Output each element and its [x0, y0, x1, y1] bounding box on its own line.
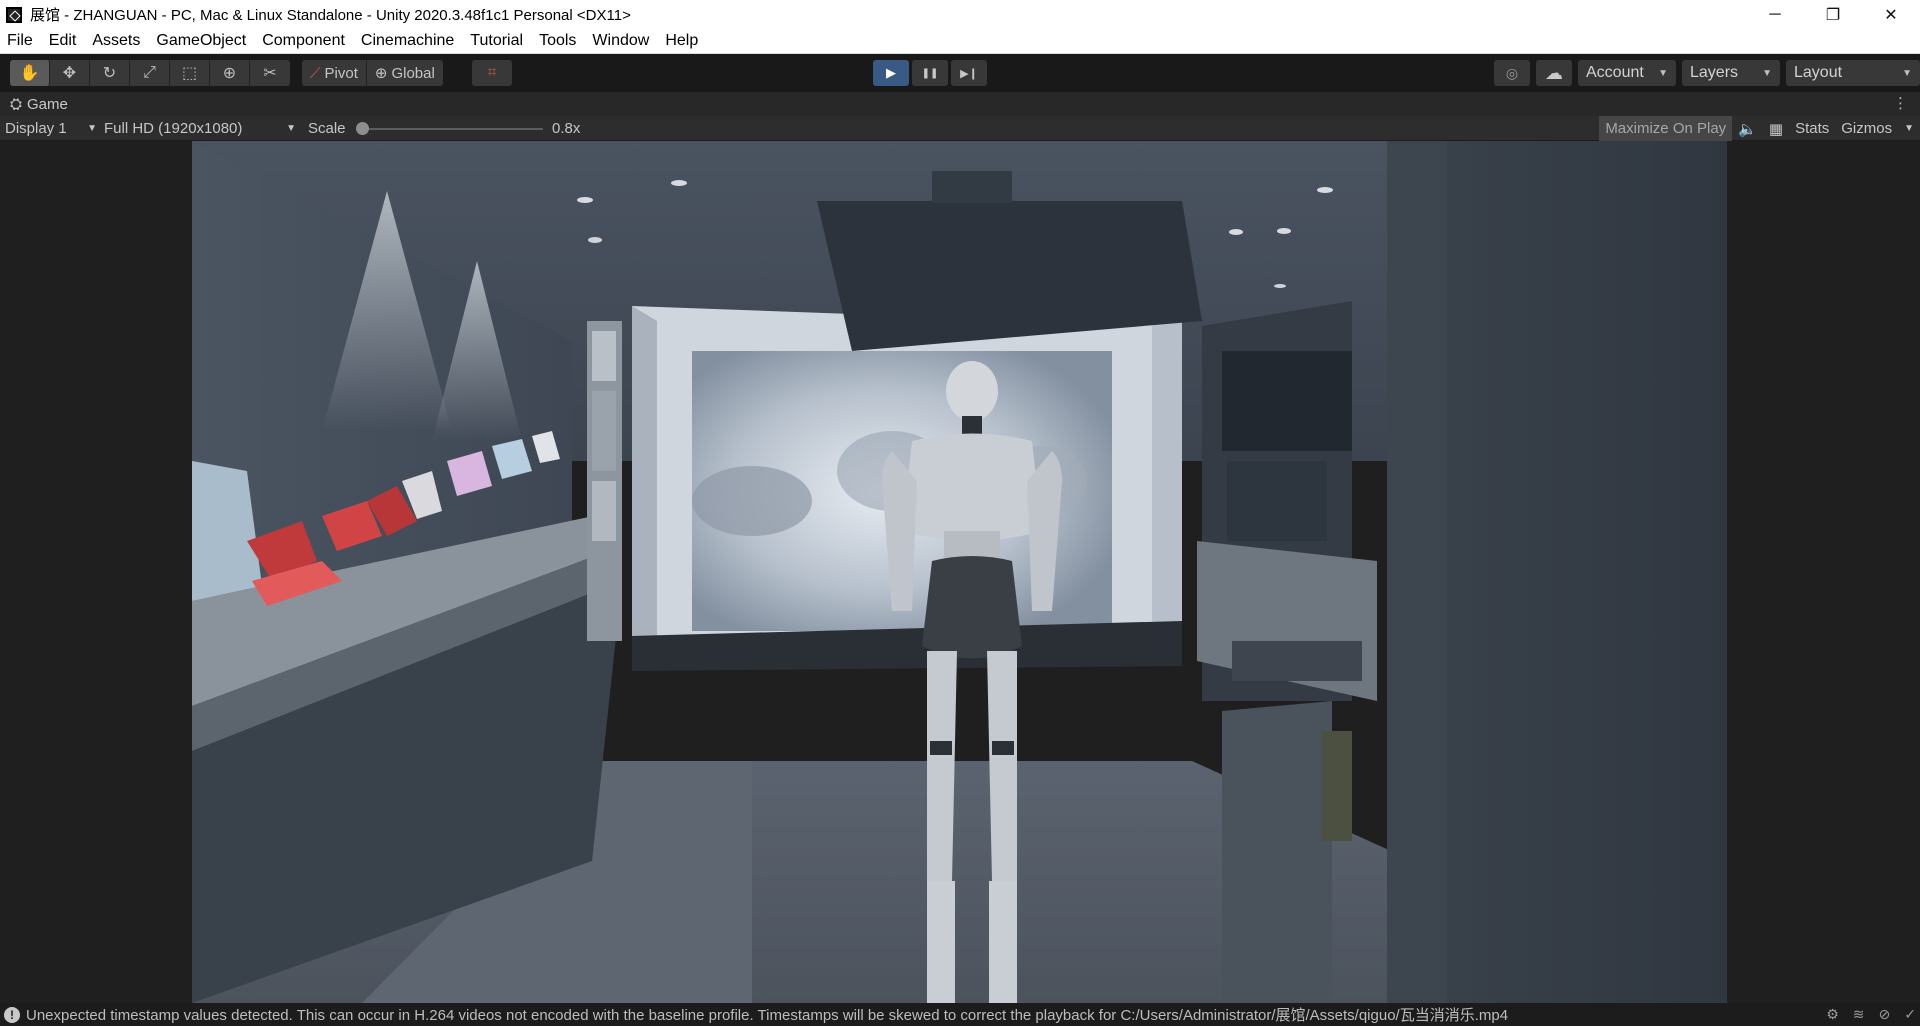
- chevron-down-icon: ▼: [1762, 67, 1772, 79]
- display-label: Display 1: [5, 120, 67, 137]
- chevron-down-icon: ▼: [286, 123, 296, 134]
- restore-button[interactable]: ❐: [1804, 0, 1862, 29]
- scale-slider-track[interactable]: [360, 128, 543, 130]
- window-title-bar: 展馆 - ZHANGUAN - PC, Mac & Linux Standalo…: [0, 0, 1920, 29]
- stats-toggle[interactable]: Stats: [1789, 116, 1835, 141]
- toolbar-right: ◎ ☁ Account ▼ Layers ▼ Layout ▼: [1494, 60, 1920, 86]
- sync-check-icon[interactable]: ✓: [1904, 1006, 1916, 1023]
- game-view-toolbar: Display 1 ▼ Full HD (1920x1080) ▼ Scale …: [0, 116, 1920, 141]
- pivot-icon: ⟋: [310, 64, 321, 82]
- gizmos-toggle[interactable]: Gizmos: [1835, 116, 1898, 141]
- rotate-tool-icon[interactable]: ↻: [90, 60, 130, 86]
- game-view[interactable]: [0, 141, 1920, 1003]
- step-button[interactable]: ▶❙: [951, 60, 987, 86]
- stats-grid-icon[interactable]: ▦: [1763, 116, 1789, 141]
- window-controls: ─ ❐ ✕: [1746, 0, 1920, 29]
- play-button[interactable]: ▶: [873, 60, 909, 86]
- chevron-down-icon[interactable]: ▼: [1898, 116, 1920, 141]
- mute-audio-icon[interactable]: 🔈: [1732, 116, 1763, 141]
- game-view-options: Maximize On Play 🔈 ▦ Stats Gizmos ▼: [1599, 116, 1920, 141]
- menu-window[interactable]: Window: [591, 32, 650, 50]
- game-render[interactable]: [192, 141, 1727, 1003]
- cloud-icon[interactable]: ☁: [1536, 60, 1572, 86]
- move-tool-icon[interactable]: ✥: [50, 60, 90, 86]
- layers-label: Layers: [1690, 64, 1739, 81]
- globe-icon: ⊕: [374, 65, 388, 82]
- status-right-icons: ⚙ ≋ ⊘ ✓: [1826, 1006, 1916, 1023]
- account-label: Account: [1586, 64, 1644, 81]
- auto-generate-icon[interactable]: ⊘: [1879, 1006, 1891, 1023]
- minimize-button[interactable]: ─: [1746, 0, 1804, 29]
- main-toolbar: ✋ ✥ ↻ ⤢ ⬚ ⊕ ✂ ⟋ Pivot ⊕ Global ⌗ ▶ ❚❚ ▶❙…: [0, 54, 1920, 92]
- warning-icon: !: [4, 1006, 20, 1023]
- collab-icon[interactable]: ◎: [1494, 60, 1530, 86]
- gamepad-icon: ⛭: [10, 95, 23, 113]
- tab-bar: ⛭ Game ⋮: [0, 92, 1920, 116]
- debug-icon[interactable]: ⚙: [1826, 1006, 1839, 1023]
- exhibition-hall-scene: [192, 141, 1727, 1003]
- custom-tool-icon[interactable]: ✂: [250, 60, 290, 86]
- progress-icon[interactable]: ≋: [1853, 1006, 1865, 1023]
- global-toggle[interactable]: ⊕ Global: [367, 60, 443, 86]
- menu-gameobject[interactable]: GameObject: [155, 32, 247, 50]
- scale-label: Scale: [308, 120, 346, 137]
- chevron-down-icon: ▼: [1658, 67, 1668, 79]
- unity-logo-icon: [6, 6, 22, 23]
- pivot-toggle[interactable]: ⟋ Pivot: [302, 60, 367, 86]
- menu-component[interactable]: Component: [261, 32, 346, 50]
- playmode-controls: ▶ ❚❚ ▶❙: [873, 60, 987, 86]
- account-dropdown[interactable]: Account ▼: [1578, 60, 1676, 86]
- status-message[interactable]: Unexpected timestamp values detected. Th…: [26, 1004, 1508, 1025]
- snap-group: ⌗: [472, 60, 512, 86]
- scale-tool-icon[interactable]: ⤢: [130, 60, 170, 86]
- window-title: 展馆 - ZHANGUAN - PC, Mac & Linux Standalo…: [30, 7, 631, 24]
- display-dropdown[interactable]: Display 1 ▼: [5, 116, 97, 141]
- chevron-down-icon: ▼: [1902, 67, 1912, 79]
- scale-value: 0.8x: [552, 120, 581, 137]
- hand-tool-icon[interactable]: ✋: [10, 60, 50, 86]
- menu-tools[interactable]: Tools: [538, 32, 577, 50]
- close-button[interactable]: ✕: [1862, 0, 1920, 29]
- menu-help[interactable]: Help: [664, 32, 699, 50]
- transform-tools: ✋ ✥ ↻ ⤢ ⬚ ⊕ ✂: [10, 60, 290, 86]
- chevron-down-icon: ▼: [87, 123, 97, 134]
- status-bar: ! Unexpected timestamp values detected. …: [0, 1003, 1920, 1026]
- layout-label: Layout: [1794, 64, 1843, 81]
- transform-tool-icon[interactable]: ⊕: [210, 60, 250, 86]
- menu-file[interactable]: File: [6, 32, 34, 50]
- rect-tool-icon[interactable]: ⬚: [170, 60, 210, 86]
- menu-cinemachine[interactable]: Cinemachine: [360, 32, 455, 50]
- tab-game-label: Game: [27, 95, 68, 113]
- menu-tutorial[interactable]: Tutorial: [469, 32, 524, 50]
- pause-button[interactable]: ❚❚: [912, 60, 948, 86]
- resolution-label: Full HD (1920x1080): [104, 120, 243, 137]
- global-label: Global: [391, 64, 435, 82]
- pivot-toggles: ⟋ Pivot ⊕ Global: [302, 60, 443, 86]
- panel-menu-icon[interactable]: ⋮: [1893, 94, 1908, 112]
- menu-edit[interactable]: Edit: [48, 32, 78, 50]
- layers-dropdown[interactable]: Layers ▼: [1682, 60, 1780, 86]
- maximize-on-play-toggle[interactable]: Maximize On Play: [1599, 116, 1733, 141]
- pivot-label: Pivot: [324, 64, 358, 82]
- scale-slider-handle[interactable]: [356, 122, 369, 135]
- layout-dropdown[interactable]: Layout ▼: [1786, 60, 1920, 86]
- menu-bar: File Edit Assets GameObject Component Ci…: [0, 29, 1920, 54]
- menu-assets[interactable]: Assets: [91, 32, 141, 50]
- tab-game[interactable]: ⛭ Game: [0, 92, 78, 116]
- resolution-dropdown[interactable]: Full HD (1920x1080) ▼: [104, 116, 296, 141]
- grid-snap-icon[interactable]: ⌗: [472, 60, 512, 86]
